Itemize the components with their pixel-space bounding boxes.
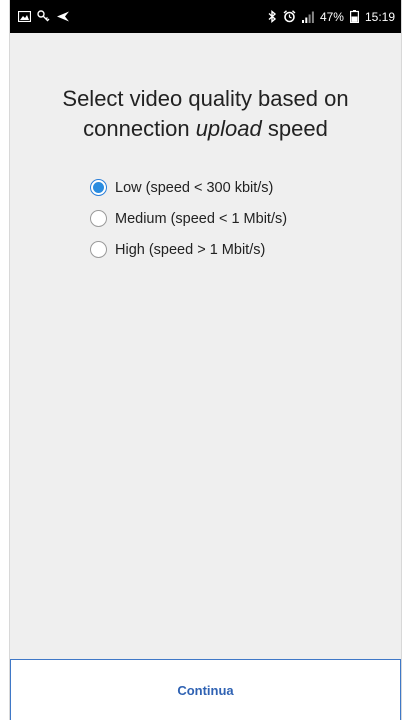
phone-screen: 47% 15:19 Select video quality based on … [9,0,402,720]
footer-bar: Continua [10,659,401,720]
page-title: Select video quality based on connection… [10,84,401,144]
title-emphasis: upload [195,116,262,141]
bluetooth-icon [268,10,277,23]
signal-icon [301,11,314,23]
quality-option-medium[interactable]: Medium (speed < 1 Mbit/s) [90,203,287,234]
alarm-icon [283,10,296,23]
continue-button[interactable]: Continua [157,675,253,706]
title-line-2: connection upload speed [10,114,401,144]
option-label-medium: Medium (speed < 1 Mbit/s) [115,210,288,227]
quality-option-high[interactable]: High (speed > 1 Mbit/s) [90,234,287,265]
title-line-2-end: speed [261,116,328,141]
status-bar: 47% 15:19 [10,0,401,33]
radio-button-high[interactable] [90,241,107,258]
battery-icon [349,10,359,23]
quality-radio-group: Low (speed < 300 kbit/s) Medium (speed <… [90,172,287,265]
key-icon [37,10,50,23]
radio-button-medium[interactable] [90,210,107,227]
radio-button-low[interactable] [90,179,107,196]
send-icon [56,11,70,22]
quality-option-low[interactable]: Low (speed < 300 kbit/s) [90,172,287,203]
clock: 15:19 [364,9,395,24]
option-label-low: Low (speed < 300 kbit/s) [115,179,274,196]
battery-percent: 47% [319,9,344,24]
option-label-high: High (speed > 1 Mbit/s) [115,241,266,258]
status-right-icons: 47% 15:19 [268,10,395,24]
title-line-2-start: connection [83,116,196,141]
image-icon [18,11,31,22]
status-left-icons [18,10,70,23]
title-line-1: Select video quality based on [62,86,349,111]
